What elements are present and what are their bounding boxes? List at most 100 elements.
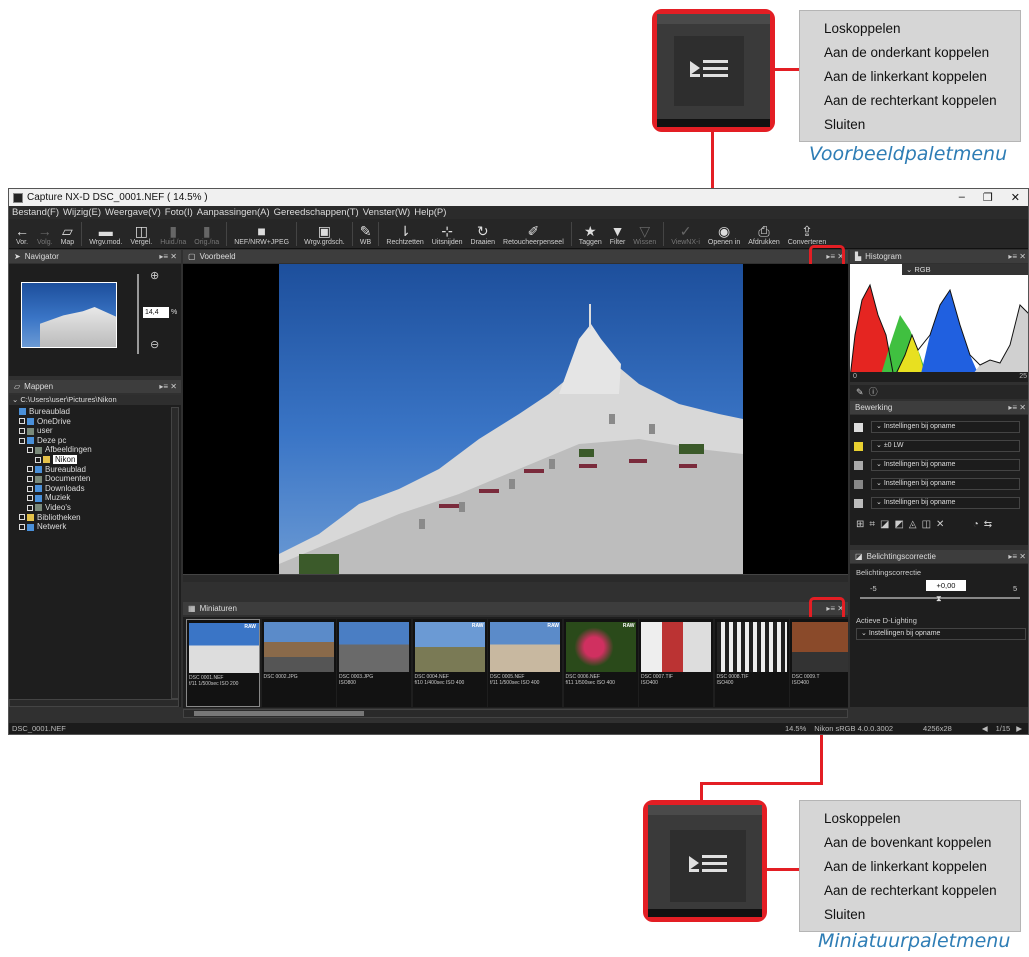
expand-icon[interactable] xyxy=(19,418,25,425)
close-button[interactable]: ✕ xyxy=(1011,191,1020,204)
exposure-slider-thumb[interactable]: ⧗ xyxy=(936,594,942,604)
expand-icon[interactable] xyxy=(27,476,33,483)
menu-6[interactable]: Venster(W) xyxy=(363,207,411,218)
tree-scrollbar[interactable] xyxy=(171,407,179,699)
toolbar-button-16[interactable]: ▽ Wissen xyxy=(633,223,656,246)
toolbar-button-15[interactable]: ▼ Filter xyxy=(610,223,626,246)
toolbar-button-5[interactable]: ▮ Huid./na xyxy=(160,223,186,246)
menu-2[interactable]: Weergave(V) xyxy=(105,207,161,218)
toolbar-button-7[interactable]: ■ NEF/NRW+JPEG xyxy=(234,223,289,246)
menu-item-dock-left[interactable]: Aan de linkerkant koppelen xyxy=(824,855,996,879)
menu-3[interactable]: Foto(I) xyxy=(165,207,193,218)
toolbar-button-8[interactable]: ▣ Wrgv.grdsch. xyxy=(304,223,345,246)
edit-select[interactable]: ⌄ Instellingen bij opname xyxy=(871,478,1020,490)
thumbnail-item[interactable]: RAW DSC 0005.NEF f/11 1/500sec ISO 400 xyxy=(488,619,562,707)
edit-select[interactable]: ⌄ ±0 LW xyxy=(871,440,1020,452)
expand-icon[interactable] xyxy=(35,456,41,463)
panel-menu-button[interactable]: ▸≡ ✕ xyxy=(159,252,181,261)
expand-icon[interactable] xyxy=(27,466,33,473)
thumbnail-item[interactable]: DSC 0002.JPG xyxy=(261,619,336,707)
menu-item-detach[interactable]: Loskoppelen xyxy=(824,807,996,831)
menu-5[interactable]: Gereedschappen(T) xyxy=(274,207,359,218)
edit-select[interactable]: ⌄ Instellingen bij opname xyxy=(871,459,1020,471)
navigator-thumbnail[interactable] xyxy=(21,282,117,348)
menu-item-dock-top[interactable]: Aan de bovenkant koppelen xyxy=(824,831,996,855)
zoom-value-field[interactable]: 14,4 xyxy=(143,307,169,318)
expand-icon[interactable] xyxy=(19,524,25,531)
zoom-out-icon[interactable]: ⊖ xyxy=(150,338,159,351)
thumbnail-item[interactable]: RAW DSC 0006.NEF f/11 1/500sec ISO 400 xyxy=(563,619,638,707)
info-tab-icon[interactable]: ⓘ xyxy=(869,387,878,397)
menu-item-dock-left[interactable]: Aan de linkerkant koppelen xyxy=(824,65,996,89)
menu-item-detach[interactable]: Loskoppelen xyxy=(824,17,996,41)
expand-icon[interactable] xyxy=(19,437,25,444)
folder-item[interactable]: Video's xyxy=(11,503,181,513)
menu-item-dock-bottom[interactable]: Aan de onderkant koppelen xyxy=(824,41,996,65)
thumbnail-item[interactable]: RAW DSC 0004.NEF f/10 1/400sec ISO 400 xyxy=(412,619,487,707)
folder-item[interactable]: Bibliotheken xyxy=(11,513,181,523)
toolbar-button-1[interactable]: → Volg. xyxy=(37,223,53,246)
toolbar-button-17[interactable]: ✓ ViewNX-i xyxy=(671,223,700,246)
panel-menu-button[interactable]: ▸≡ ✕ xyxy=(1008,252,1028,261)
toolbar-button-9[interactable]: ✎ WB xyxy=(360,223,372,246)
zoom-slider-track[interactable] xyxy=(137,274,139,354)
thumbnail-item[interactable]: DSC 0003.JPG ISO800 xyxy=(337,619,411,707)
toolbar-button-18[interactable]: ◉ Openen in xyxy=(708,223,740,246)
toolbar-button-2[interactable]: ▱ Map xyxy=(61,223,75,246)
channel-select[interactable]: ⌄ RGB xyxy=(902,264,1028,275)
thumbnails-hscrollbar[interactable] xyxy=(183,709,848,718)
next-page-icon[interactable]: ▶ xyxy=(1016,724,1022,733)
prev-page-icon[interactable]: ◀ xyxy=(982,724,988,733)
folder-item[interactable]: Muziek xyxy=(11,493,181,503)
folder-path[interactable]: ⌄ C:\Users\user\Pictures\Nikon xyxy=(9,395,181,405)
expand-icon[interactable] xyxy=(27,504,33,511)
toolbar-button-10[interactable]: ⇂ Rechtzetten xyxy=(386,223,423,246)
expand-icon[interactable] xyxy=(27,485,33,492)
tree-hscrollbar[interactable] xyxy=(9,699,179,707)
expand-icon[interactable] xyxy=(19,428,25,435)
toolbar-button-6[interactable]: ▮ Orig./na xyxy=(194,223,219,246)
panel-menu-button[interactable]: ▸≡ ✕ xyxy=(159,382,181,391)
menu-item-close[interactable]: Sluiten xyxy=(824,113,996,137)
edit-select[interactable]: ⌄ Instellingen bij opname xyxy=(871,497,1020,509)
minimize-button[interactable]: – xyxy=(959,191,965,204)
panel-menu-button[interactable]: ▸≡ ✕ xyxy=(1008,552,1028,561)
folder-item[interactable]: Bureaublad xyxy=(11,407,181,417)
toolbar-button-20[interactable]: ⇪ Converteren xyxy=(788,223,827,246)
toolbar-button-19[interactable]: ⎙ Afdrukken xyxy=(748,223,780,246)
folder-item[interactable]: Deze pc xyxy=(11,436,181,446)
toolbar-button-0[interactable]: ← Vor. xyxy=(15,223,29,246)
toolbar-button-13[interactable]: ✐ Retoucheerpenseel xyxy=(503,223,564,246)
menu-item-close[interactable]: Sluiten xyxy=(824,903,996,927)
folder-item[interactable]: OneDrive xyxy=(11,417,181,427)
thumbnail-item[interactable]: DSC 0008.TIF ISO400 xyxy=(714,619,789,707)
folder-item[interactable]: Downloads xyxy=(11,484,181,494)
menu-0[interactable]: Bestand(F) xyxy=(12,207,59,218)
preview-image[interactable] xyxy=(279,264,743,574)
toolbar-button-4[interactable]: ◫ Vergel. xyxy=(130,223,152,246)
edit-select[interactable]: ⌄ Instellingen bij opname xyxy=(871,421,1020,433)
toolbar-button-3[interactable]: ▬ Wrgv.mod. xyxy=(89,223,122,246)
thumbnail-item[interactable]: RAW DSC 0001.NEF f/11 1/500sec ISO 200 xyxy=(186,619,260,707)
restore-button[interactable]: ❐ xyxy=(983,191,993,204)
folder-item[interactable]: Nikon xyxy=(11,454,181,465)
scroll-thumb[interactable] xyxy=(194,711,364,716)
panel-menu-button[interactable]: ▸≡ ✕ xyxy=(1008,403,1028,412)
menu-1[interactable]: Wijzig(E) xyxy=(63,207,101,218)
expand-icon[interactable] xyxy=(27,495,33,502)
dlighting-select[interactable]: ⌄ Instellingen bij opname xyxy=(856,628,1026,640)
toolbar-button-11[interactable]: ⊹ Uitsnijden xyxy=(432,223,463,246)
menu-item-dock-right[interactable]: Aan de rechterkant koppelen xyxy=(824,89,997,113)
preview-hscrollbar[interactable] xyxy=(183,574,848,582)
folder-item[interactable]: Bureaublad xyxy=(11,465,181,475)
menu-item-dock-right[interactable]: Aan de rechterkant koppelen xyxy=(824,879,997,903)
folder-item[interactable]: Afbeeldingen xyxy=(11,445,181,455)
folder-item[interactable]: user xyxy=(11,426,181,436)
exposure-value-field[interactable]: +0,00 xyxy=(926,580,966,591)
toolbar-button-12[interactable]: ↻ Draaien xyxy=(471,223,496,246)
toolbar-button-14[interactable]: ★ Taggen xyxy=(579,223,602,246)
thumbnail-item[interactable]: DSC 0007.TIF ISO400 xyxy=(639,619,713,707)
folder-item[interactable]: Documenten xyxy=(11,474,181,484)
edit-tab-icon[interactable]: ✎ xyxy=(856,387,864,397)
menu-7[interactable]: Help(P) xyxy=(414,207,446,218)
